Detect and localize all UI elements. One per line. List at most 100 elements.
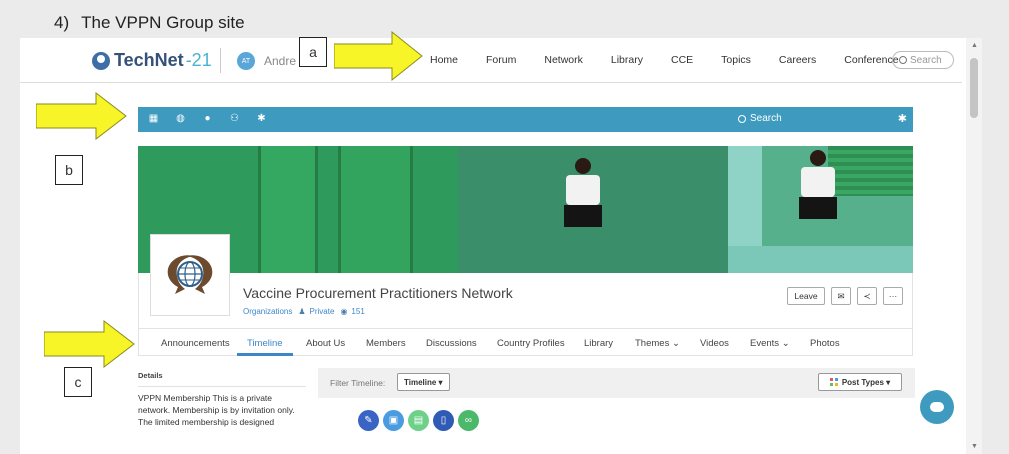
nav-conference[interactable]: Conference xyxy=(844,54,898,66)
user-name: Andre xyxy=(264,54,297,68)
tab-events[interactable]: Events ⌄ xyxy=(750,338,790,349)
group-search[interactable]: Search xyxy=(738,113,782,124)
message-button[interactable]: ✉ xyxy=(831,287,851,305)
callout-label-a: a xyxy=(299,37,327,67)
colored-grid-icon xyxy=(829,378,838,386)
group-name: Vaccine Procurement Practitioners Networ… xyxy=(243,285,513,301)
group-meta: Organizations ♟ Private ◉ 151 xyxy=(243,307,365,316)
site-search-input[interactable]: Search xyxy=(892,51,954,69)
ellipsis-icon: ··· xyxy=(888,291,898,301)
chat-bubble-icon xyxy=(930,402,944,412)
callout-arrow-c xyxy=(44,320,135,368)
group-profile-header: Vaccine Procurement Practitioners Networ… xyxy=(138,273,913,328)
tab-announcements[interactable]: Announcements xyxy=(161,338,230,349)
caret-down-icon: ▾ xyxy=(438,377,443,387)
search-icon xyxy=(899,56,907,64)
child-figure xyxy=(553,158,613,227)
nav-careers[interactable]: Careers xyxy=(779,54,816,66)
envelope-icon: ✉ xyxy=(837,290,845,301)
tab-library[interactable]: Library xyxy=(584,338,613,349)
more-options-button[interactable]: ··· xyxy=(883,287,903,305)
active-tab-indicator xyxy=(237,353,293,356)
nav-divider xyxy=(220,48,221,73)
heading-title: The VPPN Group site xyxy=(81,13,245,32)
user-menu[interactable]: AT Andre xyxy=(237,52,296,70)
chat-launcher-button[interactable] xyxy=(920,390,954,424)
document-heading: 4) The VPPN Group site xyxy=(54,13,245,33)
leave-button[interactable]: Leave xyxy=(787,287,825,305)
tab-themes[interactable]: Themes ⌄ xyxy=(635,338,680,349)
nav-topics[interactable]: Topics xyxy=(721,54,751,66)
tab-discussions[interactable]: Discussions xyxy=(426,338,477,349)
group-privacy: Private xyxy=(309,307,335,316)
photo-post-icon[interactable]: ▣ xyxy=(383,410,404,431)
user-avatar: AT xyxy=(237,52,255,70)
nav-library[interactable]: Library xyxy=(611,54,643,66)
group-search-label: Search xyxy=(750,113,782,124)
callout-arrow-a xyxy=(334,30,423,82)
search-icon xyxy=(738,114,746,123)
eye-icon: ◉ xyxy=(340,307,348,316)
main-nav-links: Home Forum Network Library CCE Topics Ca… xyxy=(430,54,927,66)
apps-grid-icon[interactable]: ▦ xyxy=(148,113,159,124)
scroll-down-icon[interactable]: ▼ xyxy=(971,443,978,450)
timeline-filter-bar: Filter Timeline: Timeline ▾ Post Types ▾ xyxy=(318,368,915,398)
settings-gear-icon[interactable]: ✱ xyxy=(898,112,907,125)
globe-icon[interactable]: ◍ xyxy=(175,113,186,124)
tab-videos[interactable]: Videos xyxy=(700,338,729,349)
nav-forum[interactable]: Forum xyxy=(486,54,516,66)
write-post-icon[interactable]: ✎ xyxy=(358,410,379,431)
post-types-dropdown[interactable]: Post Types ▾ xyxy=(818,373,902,391)
heading-number: 4) xyxy=(54,13,70,32)
group-views: 151 xyxy=(351,307,365,316)
users-icon[interactable]: ⚇ xyxy=(229,113,240,124)
site-search-placeholder: Search xyxy=(910,54,942,66)
tab-country-profiles[interactable]: Country Profiles xyxy=(497,338,565,349)
logo-icon xyxy=(92,51,110,70)
caret-down-icon: ▾ xyxy=(886,377,891,387)
share-button[interactable]: ≺ xyxy=(857,287,877,305)
callout-label-c: c xyxy=(64,367,92,397)
callout-label-b: b xyxy=(55,155,83,185)
share-icon: ≺ xyxy=(863,290,871,301)
gear-icon[interactable]: ✱ xyxy=(256,113,267,124)
nav-home[interactable]: Home xyxy=(430,54,458,66)
callout-arrow-b xyxy=(36,92,127,140)
browser-screenshot: TechNet -21 AT Andre Home Forum Network L… xyxy=(20,38,982,454)
tab-members[interactable]: Members xyxy=(366,338,406,349)
site-top-nav: TechNet -21 AT Andre Home Forum Network L… xyxy=(20,38,962,83)
cover-photo xyxy=(138,146,913,273)
chat-icon[interactable]: ● xyxy=(202,113,213,124)
group-tabs: Announcements Timeline About Us Members … xyxy=(138,328,913,356)
person-icon: ♟ xyxy=(298,307,306,316)
details-divider xyxy=(138,386,306,387)
group-category-link[interactable]: Organizations xyxy=(243,307,292,316)
logo-main-text: TechNet xyxy=(114,50,184,70)
scroll-thumb[interactable] xyxy=(970,58,978,118)
group-toolbar: ▦ ◍ ● ⚇ ✱ Search ✱ xyxy=(138,107,913,132)
tab-about-us[interactable]: About Us xyxy=(306,338,345,349)
details-text: VPPN Membership This is a private networ… xyxy=(138,393,295,427)
tab-timeline[interactable]: Timeline xyxy=(247,338,283,349)
site-logo[interactable]: TechNet -21 xyxy=(92,50,212,71)
chevron-down-icon: ⌄ xyxy=(671,338,680,349)
details-panel: Details VPPN Membership This is a privat… xyxy=(138,371,306,428)
post-type-icons: ✎ ▣ ▤ ▯ ∞ xyxy=(358,410,483,431)
timeline-filter-select[interactable]: Timeline ▾ xyxy=(397,373,450,391)
globe-speech-logo-icon xyxy=(167,255,213,294)
document-post-icon[interactable]: ▯ xyxy=(433,410,454,431)
link-post-icon[interactable]: ∞ xyxy=(458,410,479,431)
video-post-icon[interactable]: ▤ xyxy=(408,410,429,431)
logo-accent-text: -21 xyxy=(185,50,212,70)
details-heading: Details xyxy=(138,371,163,380)
chevron-down-icon: ⌄ xyxy=(781,338,790,349)
group-actions: Leave ✉ ≺ ··· xyxy=(787,287,909,305)
scroll-up-icon[interactable]: ▲ xyxy=(971,42,978,49)
nav-cce[interactable]: CCE xyxy=(671,54,693,66)
filter-timeline-label: Filter Timeline: xyxy=(330,378,386,388)
page-scrollbar[interactable]: ▲ ▼ xyxy=(966,38,982,454)
group-avatar xyxy=(150,234,230,316)
nav-network[interactable]: Network xyxy=(544,54,583,66)
tab-photos[interactable]: Photos xyxy=(810,338,840,349)
child-figure xyxy=(793,150,843,219)
